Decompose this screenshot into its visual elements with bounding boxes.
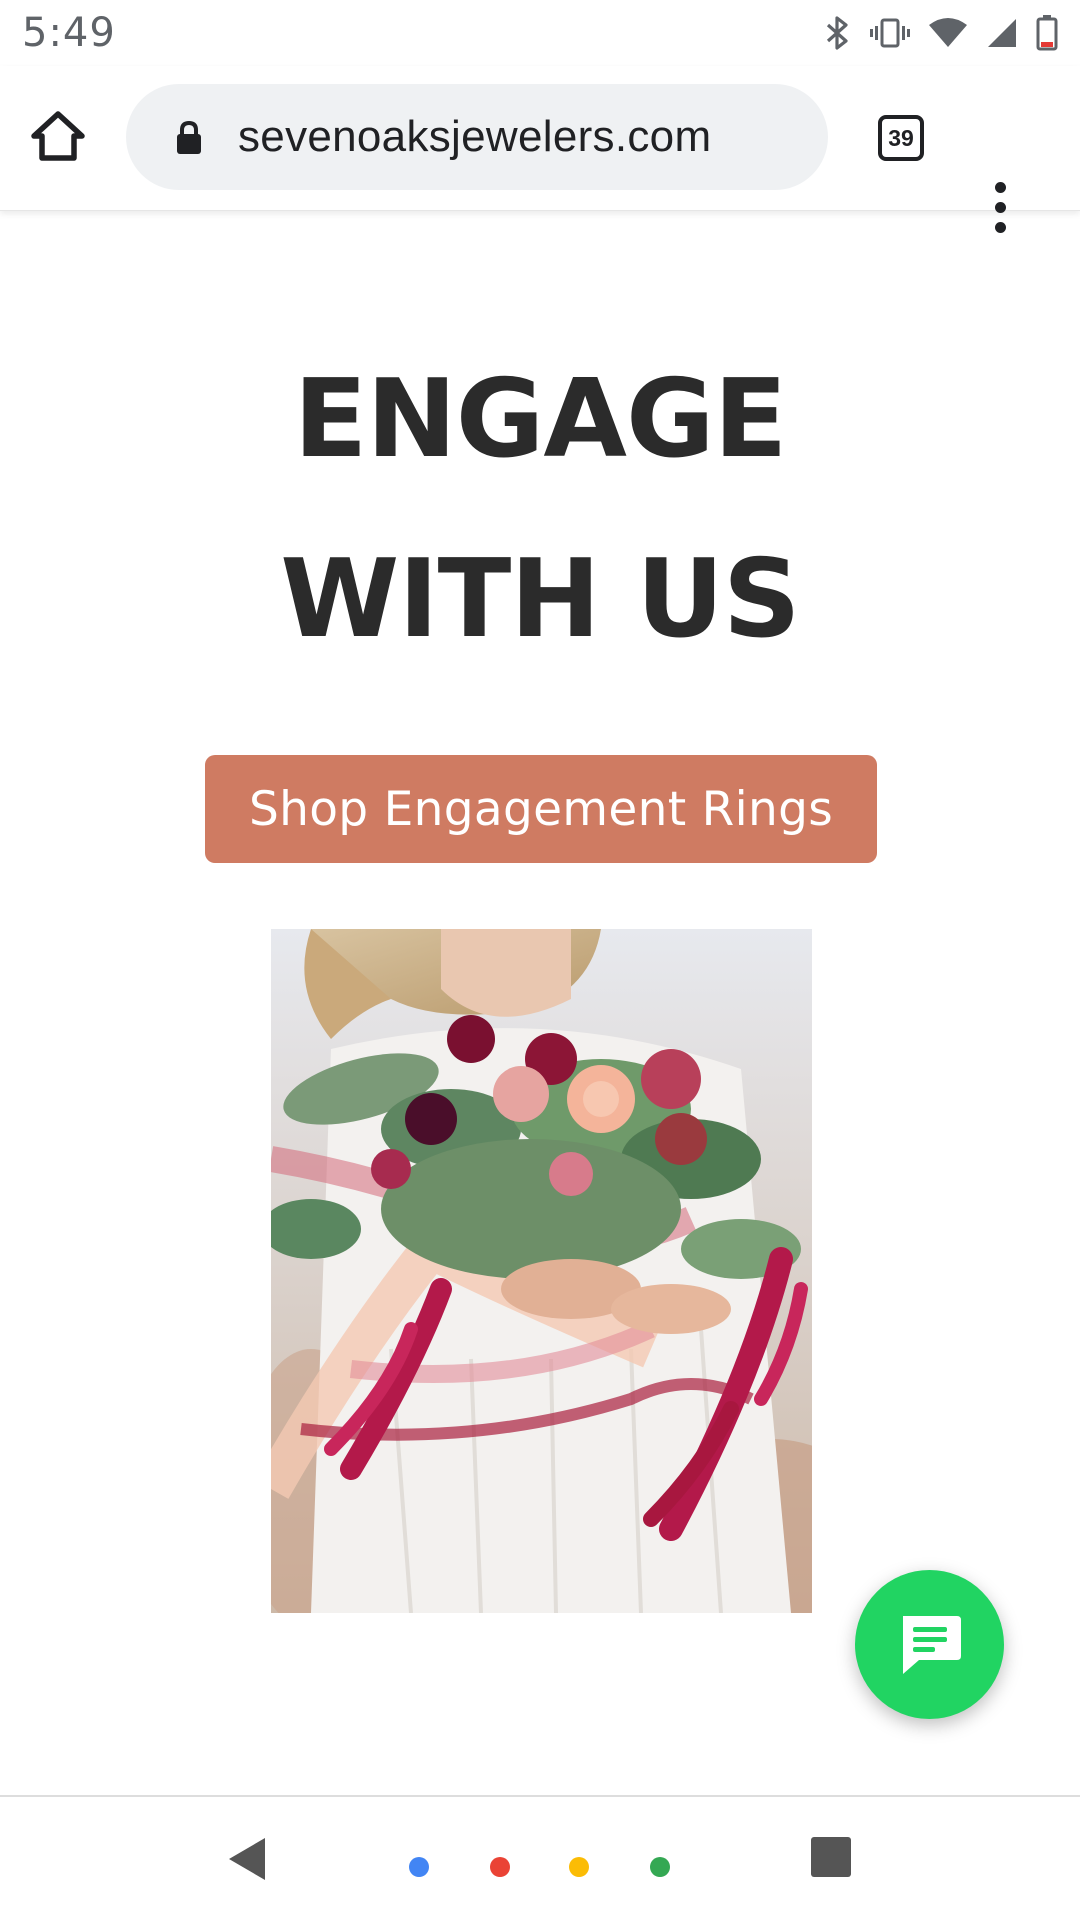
assistant-dot-yellow: [569, 1857, 589, 1877]
system-nav-bar: [0, 1797, 1080, 1920]
assistant-dot-red: [490, 1857, 510, 1877]
battery-icon: [1036, 15, 1058, 51]
url-bar[interactable]: sevenoaksjewelers.com: [126, 84, 828, 190]
hero-image-bride-bouquet: [271, 929, 812, 1613]
status-icons: [824, 15, 1058, 51]
page-headline: ENGAGE WITH US: [0, 330, 1080, 690]
wifi-icon: [928, 17, 968, 49]
screen: 5:49 sevenoaksjewelers.com 39 ENGAGE WIT…: [0, 0, 1080, 1920]
shop-engagement-rings-button[interactable]: Shop Engagement Rings: [205, 755, 877, 863]
headline-line-1: ENGAGE: [293, 357, 788, 482]
home-button[interactable]: [30, 110, 96, 170]
home-icon: [31, 111, 85, 161]
chat-icon: [902, 1615, 961, 1674]
bluetooth-icon: [824, 15, 852, 51]
browser-toolbar: sevenoaksjewelers.com 39: [0, 66, 1080, 233]
recents-button[interactable]: [811, 1837, 851, 1877]
vibrate-icon: [870, 17, 910, 49]
more-menu-button[interactable]: [995, 182, 1006, 242]
back-icon: [229, 1838, 265, 1880]
tabs-button[interactable]: 39: [878, 115, 924, 161]
back-button[interactable]: [227, 1836, 267, 1887]
more-menu-icon: [995, 182, 1006, 233]
status-time: 5:49: [22, 10, 116, 56]
lock-icon: [174, 120, 204, 161]
headline-line-2: WITH US: [280, 537, 800, 662]
status-bar: 5:49: [0, 0, 1080, 66]
url-text: sevenoaksjewelers.com: [238, 112, 712, 161]
signal-icon: [986, 17, 1018, 49]
assistant-dot-blue: [409, 1857, 429, 1877]
tab-count: 39: [888, 124, 914, 151]
chat-button[interactable]: [855, 1570, 1004, 1719]
assistant-dot-green: [650, 1857, 670, 1877]
cta-label: Shop Engagement Rings: [248, 781, 833, 837]
